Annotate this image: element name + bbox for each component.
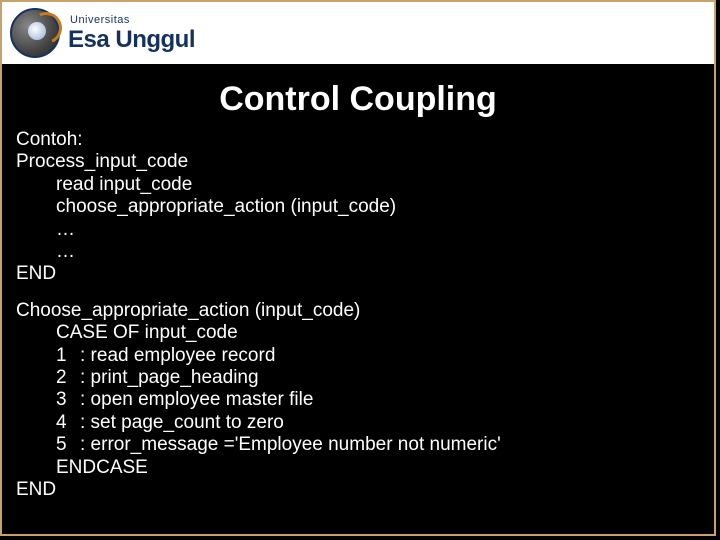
case-number: 2 <box>56 367 80 389</box>
case-text: : print_page_heading <box>80 367 259 389</box>
code-line: ENDCASE <box>16 457 700 479</box>
code-line: Choose_appropriate_action (input_code) <box>16 300 700 322</box>
university-logo-icon <box>10 8 60 58</box>
code-line: END <box>16 263 700 285</box>
case-row: 3 : open employee master file <box>16 389 700 411</box>
case-row: 5 : error_message ='Employee number not … <box>16 434 700 456</box>
case-number: 1 <box>56 345 80 367</box>
university-name: Universitas Esa Unggul <box>68 15 195 52</box>
code-line: Contoh: <box>16 129 700 151</box>
case-number: 3 <box>56 389 80 411</box>
university-small-label: Universitas <box>70 15 195 26</box>
code-line: read input_code <box>16 174 700 196</box>
case-number: 4 <box>56 412 80 434</box>
case-text: : set page_count to zero <box>80 412 284 434</box>
slide: Universitas Esa Unggul Control Coupling … <box>0 0 716 536</box>
case-row: 4 : set page_count to zero <box>16 412 700 434</box>
code-line: … <box>16 241 700 263</box>
university-big-label: Esa Unggul <box>68 28 195 52</box>
case-row: 1 : read employee record <box>16 345 700 367</box>
case-text: : error_message ='Employee number not nu… <box>80 434 501 456</box>
slide-content: Contoh: Process_input_code read input_co… <box>2 129 714 502</box>
code-line: … <box>16 219 700 241</box>
code-line: choose_appropriate_action (input_code) <box>16 196 700 218</box>
code-line: Process_input_code <box>16 151 700 173</box>
code-line: END <box>16 479 700 501</box>
case-row: 2 : print_page_heading <box>16 367 700 389</box>
header-bar: Universitas Esa Unggul <box>2 2 714 64</box>
code-line: CASE OF input_code <box>16 322 700 344</box>
case-text: : open employee master file <box>80 389 313 411</box>
case-text: : read employee record <box>80 345 275 367</box>
case-number: 5 <box>56 434 80 456</box>
slide-title: Control Coupling <box>2 80 714 119</box>
